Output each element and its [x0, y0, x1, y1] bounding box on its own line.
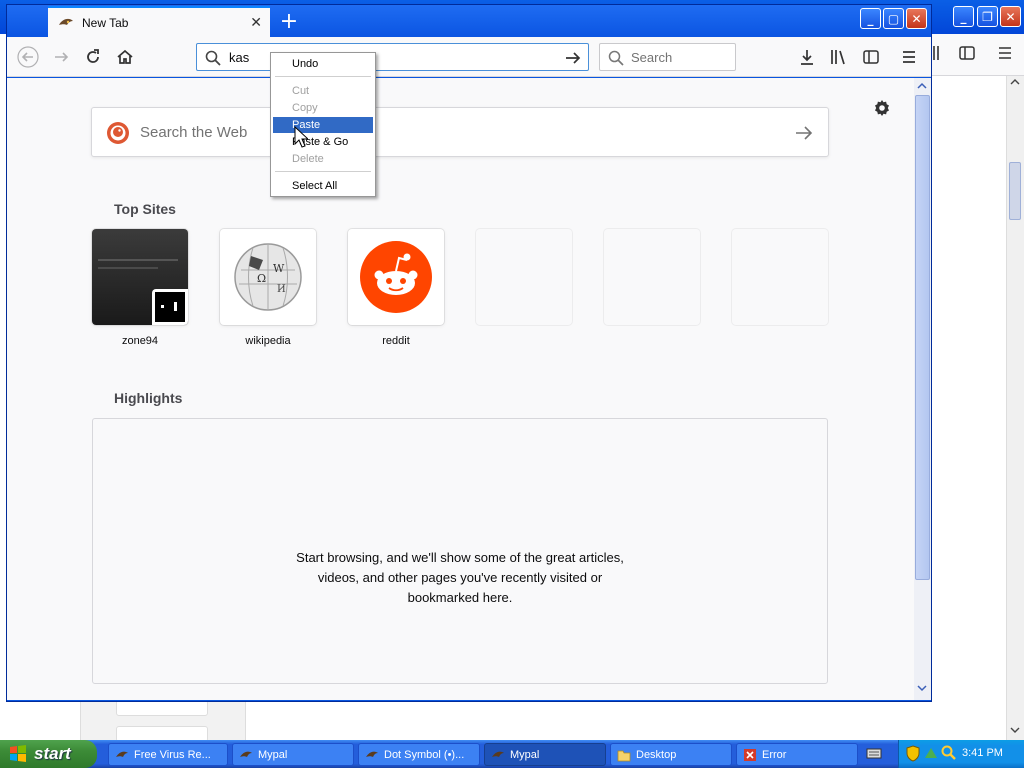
- top-site-empty-tile: [732, 229, 828, 325]
- context-menu: Undo Cut Copy Paste Paste & Go Delete Se…: [270, 52, 376, 197]
- home-icon[interactable]: [113, 45, 137, 69]
- minimize-button[interactable]: _: [860, 8, 881, 29]
- taskbar-item[interactable]: Free Virus Re...: [108, 743, 228, 766]
- keyboard-icon[interactable]: [866, 746, 882, 760]
- mypal-icon: [492, 751, 504, 757]
- highlights-message-line: Start browsing, and we'll show some of t…: [296, 550, 624, 565]
- start-label: start: [34, 744, 71, 763]
- tab-title: New Tab: [82, 15, 129, 30]
- mypal-icon: [58, 15, 74, 31]
- search-tray-icon[interactable]: [941, 745, 957, 761]
- top-sites-title: Top Sites: [114, 201, 176, 217]
- highlights-message-line: videos, and other pages you've recently …: [317, 570, 603, 585]
- menu-item-paste-and-go[interactable]: Paste & Go: [273, 134, 373, 150]
- reload-icon[interactable]: [81, 45, 105, 69]
- windows-logo-icon: [10, 745, 26, 762]
- url-input-value[interactable]: kas: [229, 50, 249, 65]
- taskbar-item-label: Dot Symbol (•)...: [384, 748, 465, 761]
- close-button[interactable]: ✕: [906, 8, 927, 29]
- bg-restore-button[interactable]: ❐: [977, 6, 998, 27]
- reddit-logo: [360, 241, 432, 313]
- menu-icon[interactable]: [897, 45, 921, 69]
- mypal-icon: [240, 751, 252, 757]
- duckduckgo-icon: [107, 122, 129, 144]
- go-arrow-icon[interactable]: [564, 49, 582, 67]
- svg-text:Ω: Ω: [257, 272, 266, 285]
- wikipedia-logo: Ω W И: [234, 243, 302, 311]
- taskbar-item[interactable]: Desktop: [610, 743, 732, 766]
- taskbar-item-label: Mypal: [510, 748, 540, 761]
- background-window-toolbar: [930, 34, 1024, 76]
- error-icon: [744, 748, 756, 761]
- menu-item-copy: Copy: [292, 102, 318, 114]
- bg-close-button[interactable]: ✕: [1000, 6, 1021, 27]
- search-placeholder: Search: [631, 50, 673, 65]
- start-button[interactable]: start: [0, 740, 97, 768]
- top-site-tile[interactable]: Ω W И: [220, 229, 316, 325]
- network-icon[interactable]: [923, 745, 939, 761]
- menu-item-paste[interactable]: Paste: [273, 117, 373, 133]
- highlights-title: Highlights: [114, 390, 183, 406]
- search-icon: [205, 50, 221, 66]
- background-panel: [80, 700, 246, 742]
- clock: 3:41 PM: [962, 747, 1003, 759]
- top-site-tile[interactable]: [348, 229, 444, 325]
- top-site-label[interactable]: reddit: [348, 335, 444, 347]
- taskbar-item[interactable]: Mypal: [232, 743, 354, 766]
- top-site-tile[interactable]: [92, 229, 188, 325]
- sidebar-icon[interactable]: [859, 45, 883, 69]
- mypal-icon: [366, 751, 378, 757]
- security-shield-icon[interactable]: [906, 745, 920, 762]
- menu-item-select-all[interactable]: Select All: [273, 178, 373, 194]
- search-icon: [608, 50, 624, 66]
- download-icon[interactable]: [795, 45, 819, 69]
- taskbar-item-label: Free Virus Re...: [134, 748, 211, 761]
- library-icon[interactable]: [827, 45, 851, 69]
- zone94-favicon: [152, 289, 188, 325]
- top-site-empty-tile: [604, 229, 700, 325]
- bg-minimize-button[interactable]: _: [953, 6, 974, 27]
- menu-item-cut: Cut: [292, 85, 310, 97]
- highlights-empty-message: Start browsing, and we'll show some of t…: [260, 548, 660, 608]
- top-site-label[interactable]: wikipedia: [220, 335, 316, 347]
- taskbar-item[interactable]: Error: [736, 743, 858, 766]
- svg-text:И: И: [277, 284, 286, 295]
- background-scrollbar-thumb[interactable]: [1009, 162, 1021, 220]
- bg-menu-icon[interactable]: [996, 44, 1014, 62]
- maximize-button[interactable]: ▢: [883, 8, 904, 29]
- menu-item-undo[interactable]: Undo: [273, 56, 373, 72]
- menu-separator: [275, 76, 371, 77]
- taskbar-item[interactable]: Dot Symbol (•)...: [358, 743, 480, 766]
- bg-sidebar-icon[interactable]: [958, 44, 976, 62]
- url-bar[interactable]: kas: [196, 43, 589, 71]
- taskbar-item-active[interactable]: Mypal: [484, 743, 606, 766]
- content-scrollbar-thumb[interactable]: [915, 95, 930, 580]
- top-site-empty-tile: [476, 229, 572, 325]
- taskbar-item-label: Error: [762, 748, 787, 761]
- forward-arrow-icon[interactable]: [49, 45, 73, 69]
- taskbar-item-label: Mypal: [258, 748, 288, 761]
- bg-library-icon[interactable]: [932, 44, 946, 62]
- top-site-label[interactable]: zone94: [92, 335, 188, 347]
- web-search-box[interactable]: Search the Web: [91, 107, 829, 157]
- search-bar[interactable]: Search: [599, 43, 736, 71]
- web-search-placeholder: Search the Web: [140, 124, 248, 141]
- taskbar-item-label: Desktop: [636, 748, 677, 761]
- new-tab-button[interactable]: +: [276, 8, 302, 34]
- back-arrow-icon[interactable]: [16, 45, 40, 69]
- mouse-cursor-icon: [294, 126, 308, 148]
- menu-separator: [275, 171, 371, 172]
- svg-text:W: W: [273, 262, 285, 275]
- highlights-message-line: bookmarked here.: [407, 590, 513, 605]
- gear-icon[interactable]: [870, 96, 894, 120]
- system-tray: [898, 740, 1024, 768]
- search-arrow-icon[interactable]: [794, 123, 814, 143]
- folder-icon: [617, 750, 631, 761]
- tab-new-tab[interactable]: New Tab ✕: [48, 6, 270, 37]
- menu-item-delete: Delete: [292, 153, 324, 165]
- tab-close-icon[interactable]: ✕: [250, 15, 262, 31]
- browser-icon: [116, 751, 128, 757]
